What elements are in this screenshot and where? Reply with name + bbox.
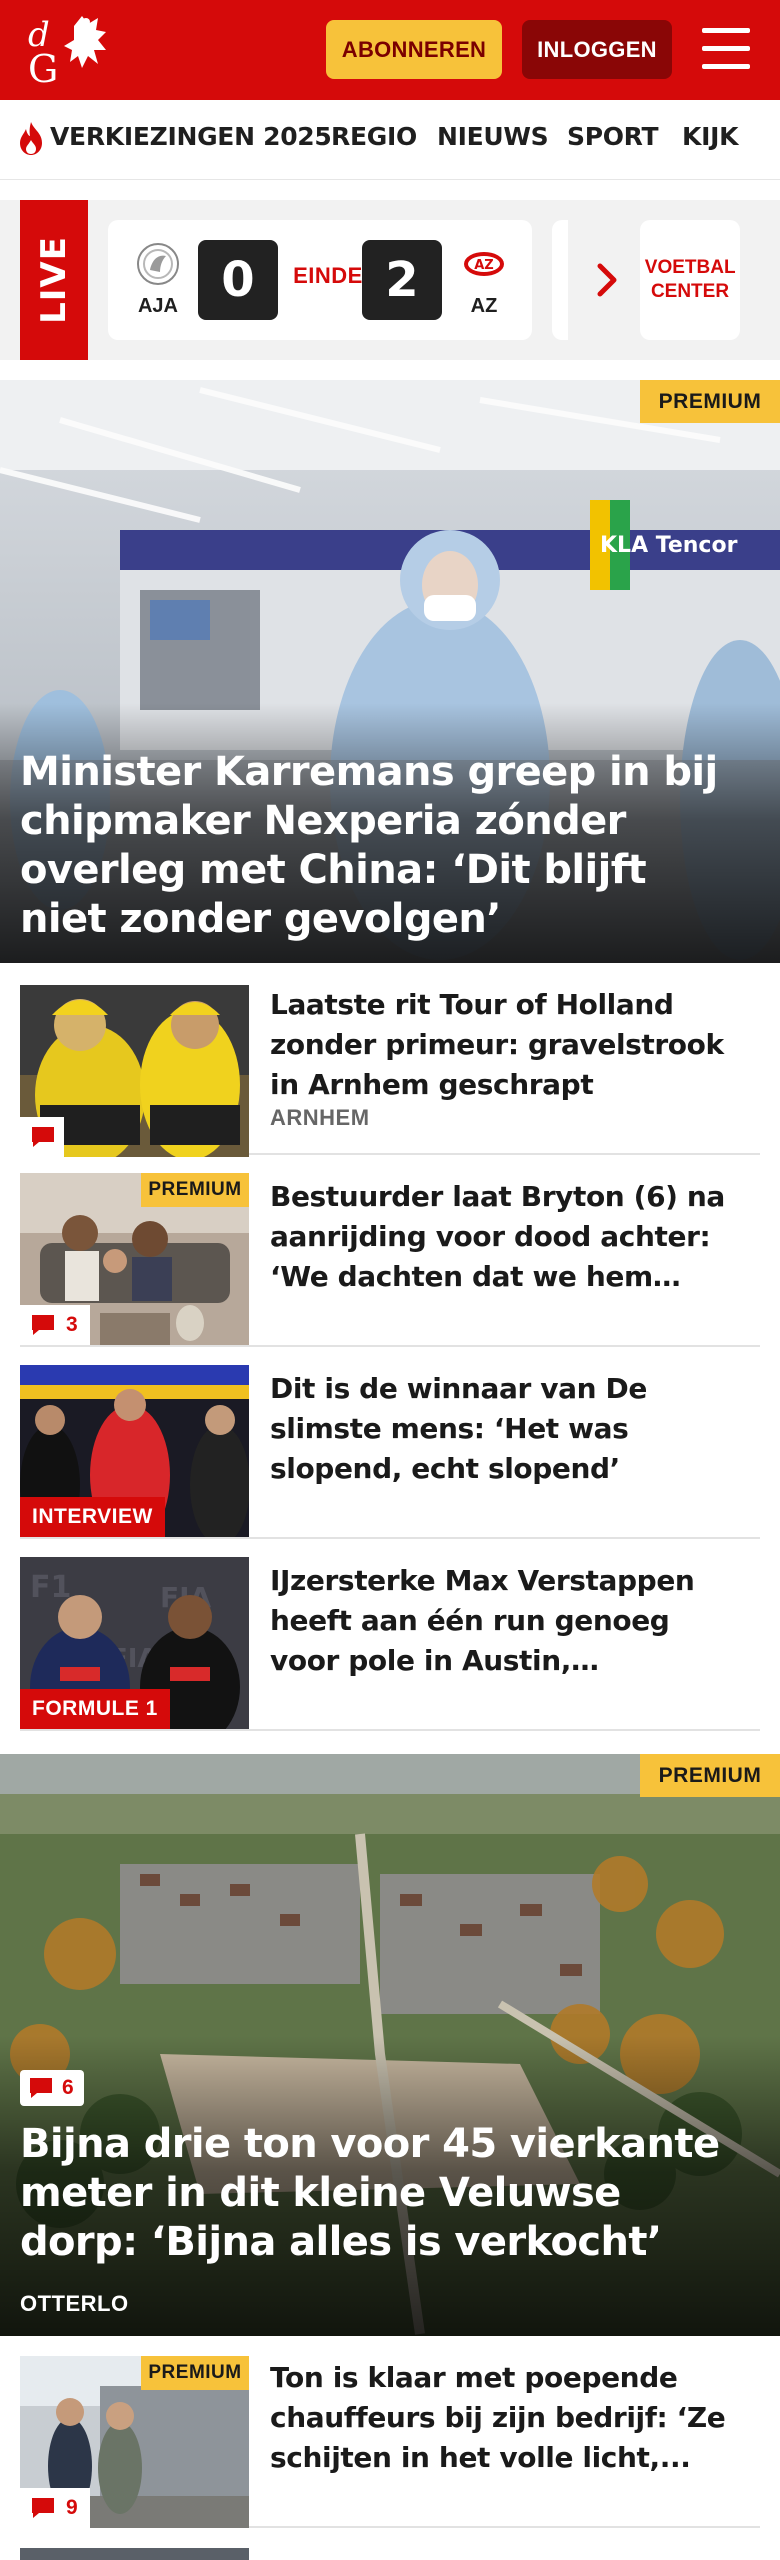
voetbal-center-button[interactable]: VOETBAL CENTER	[640, 220, 740, 340]
article-headline[interactable]: IJzersterke Max Verstappen heeft aan één…	[270, 1561, 740, 1681]
svg-text:KLA Tencor: KLA Tencor	[600, 533, 738, 558]
match-status: EINDE	[293, 263, 363, 288]
article-bryton[interactable]: PREMIUM 3 Bestuurder laat Bryton (6) na …	[20, 1155, 760, 1347]
nav-item-sport[interactable]: SPORT	[567, 122, 659, 151]
home-club-abbr: AJA	[137, 295, 178, 317]
hero-headline[interactable]: Bijna drie ton voor 45 vierkante meter i…	[20, 2120, 740, 2267]
dg-logo[interactable]: d G	[24, 12, 116, 88]
home-score: 0	[198, 240, 278, 320]
comment-icon	[32, 1127, 54, 1147]
away-club: AZ AZ	[454, 242, 514, 318]
category-badge: INTERVIEW	[20, 1497, 165, 1537]
comment-icon	[30, 2078, 52, 2098]
thumbnail-f1-drivers: F1 FIA FIA FORMULE 1	[20, 1557, 249, 1729]
live-scores-bar: LIVE AJA 0 EINDE 2 AZ AZ VOETBAL CENTER	[0, 200, 780, 360]
svg-text:F1: F1	[30, 1570, 71, 1605]
premium-badge: PREMIUM	[141, 1173, 249, 1207]
comment-count: 6	[62, 2076, 74, 2099]
article-location: ARNHEM	[270, 1105, 370, 1130]
article-tour-of-holland[interactable]: Laatste rit Tour of Holland zonder prime…	[20, 963, 760, 1157]
hero-headline[interactable]: Minister Karremans greep in bij chipmake…	[20, 748, 740, 944]
article-headline[interactable]: Laatste rit Tour of Holland zonder prime…	[270, 985, 740, 1105]
comment-count: 3	[66, 1313, 78, 1336]
next-article-thumbnail-peek	[20, 2548, 249, 2560]
az-crest-icon: AZ	[464, 252, 504, 276]
article-poepende-chauffeurs[interactable]: PREMIUM 9 Ton is klaar met poepende chau…	[20, 2336, 760, 2528]
comment-count-badge	[20, 1117, 64, 1157]
comment-count-badge: 9	[20, 2488, 90, 2528]
hero-article-nexperia[interactable]: KLA Tencor PREMIUM Minister Karremans gr…	[0, 380, 780, 963]
away-club-abbr: AZ	[470, 295, 498, 317]
thumbnail-two-men: PREMIUM 9	[20, 2356, 249, 2528]
category-badge: FORMULE 1	[20, 1689, 170, 1729]
subscribe-button[interactable]: ABONNEREN	[326, 20, 502, 79]
thumbnail-family: PREMIUM 3	[20, 1173, 249, 1345]
ajax-crest-icon	[137, 243, 179, 285]
nav-item-regio[interactable]: REGIO	[331, 122, 417, 151]
premium-badge: PREMIUM	[640, 1754, 780, 1797]
article-location: OTTERLO	[20, 2291, 129, 2316]
comment-icon	[32, 1315, 54, 1335]
comment-count: 9	[66, 2496, 78, 2519]
premium-badge: PREMIUM	[640, 380, 780, 423]
away-score: 2	[362, 240, 442, 320]
login-button[interactable]: INLOGGEN	[522, 20, 672, 79]
live-label: LIVE	[20, 200, 88, 360]
article-verstappen[interactable]: F1 FIA FIA FORMULE 1 IJzersterke Max Ver…	[20, 1539, 760, 1731]
nav-item-verkiezingen[interactable]: VERKIEZINGEN 2025	[50, 122, 332, 151]
svg-text:AZ: AZ	[474, 258, 494, 273]
thumbnail-tv-show: INTERVIEW	[20, 1365, 249, 1537]
hero-article-otterlo[interactable]: PREMIUM 6 Bijna drie ton voor 45 vierkan…	[0, 1754, 780, 2336]
chevron-right-icon[interactable]	[590, 262, 626, 298]
match-score-card[interactable]: AJA 0 EINDE 2 AZ AZ	[108, 220, 532, 340]
article-headline[interactable]: Bestuurder laat Bryton (6) na aanrijding…	[270, 1177, 740, 1297]
article-headline[interactable]: Dit is de winnaar van De slimste mens: ‘…	[270, 1369, 740, 1489]
main-navigation: VERKIEZINGEN 2025 REGIO NIEUWS SPORT KIJ…	[0, 100, 780, 180]
article-slimste-mens[interactable]: INTERVIEW Dit is de winnaar van De slims…	[20, 1347, 760, 1539]
comment-count-badge: 6	[20, 2070, 84, 2106]
comment-icon	[32, 2498, 54, 2518]
thumbnail-cyclists	[20, 985, 249, 1157]
hamburger-menu-icon[interactable]	[700, 24, 752, 74]
top-header: d G ABONNEREN INLOGGEN	[0, 0, 780, 100]
article-headline[interactable]: Ton is klaar met poepende chauffeurs bij…	[270, 2358, 740, 2478]
svg-text:G: G	[28, 47, 58, 88]
flame-icon	[20, 122, 42, 155]
comment-count-badge: 3	[20, 1305, 90, 1345]
nav-item-kijk[interactable]: KIJK	[682, 122, 738, 151]
premium-badge: PREMIUM	[141, 2356, 249, 2390]
nav-item-nieuws[interactable]: NIEUWS	[437, 122, 549, 151]
home-club: AJA	[128, 242, 188, 318]
next-match-card-peek	[552, 220, 568, 340]
